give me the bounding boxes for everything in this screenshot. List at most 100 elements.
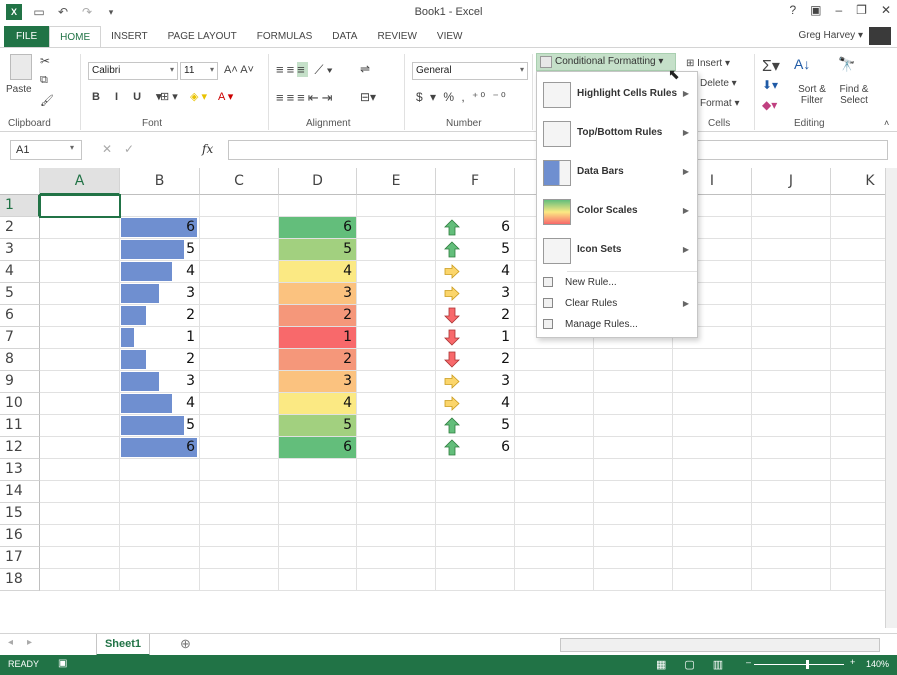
font-color-icon[interactable]: A ▾ [218, 90, 233, 103]
row-header[interactable]: 7 [0, 327, 40, 349]
menu-item-icon-sets[interactable]: Icon Sets ▶ [537, 232, 697, 270]
collapse-ribbon-icon[interactable]: ˄ [884, 118, 889, 128]
cell[interactable] [200, 569, 279, 591]
clear-icon[interactable]: ◆▾ [762, 98, 777, 112]
cell[interactable] [436, 569, 515, 591]
cell[interactable] [673, 459, 752, 481]
view-buttons[interactable]: ▦▢▥ [656, 658, 741, 671]
cell[interactable]: 6 [436, 217, 515, 239]
cell[interactable]: 1 [120, 327, 200, 349]
cell[interactable] [40, 283, 120, 305]
cell[interactable] [357, 327, 436, 349]
cell[interactable]: 5 [436, 415, 515, 437]
cell[interactable] [752, 239, 831, 261]
cell[interactable] [279, 569, 357, 591]
cell[interactable]: 5 [279, 239, 357, 261]
find-select-icon[interactable]: 🔭 [838, 56, 855, 73]
column-header-b[interactable]: B [120, 168, 200, 195]
cell[interactable]: 4 [279, 393, 357, 415]
cell[interactable] [594, 525, 673, 547]
cell[interactable] [120, 525, 200, 547]
cell[interactable] [357, 437, 436, 459]
cell[interactable] [357, 415, 436, 437]
cell[interactable] [673, 393, 752, 415]
menu-item-clear-rules[interactable]: Clear Rules ▶ [537, 293, 697, 315]
row-header[interactable]: 2 [0, 217, 40, 239]
cell[interactable] [200, 459, 279, 481]
cell[interactable]: 5 [120, 239, 200, 261]
cell[interactable] [673, 481, 752, 503]
cell[interactable] [357, 525, 436, 547]
cell[interactable] [594, 547, 673, 569]
cell[interactable] [594, 459, 673, 481]
cell[interactable] [40, 481, 120, 503]
cell[interactable] [40, 569, 120, 591]
cell[interactable] [436, 481, 515, 503]
cell[interactable] [279, 525, 357, 547]
tab-view[interactable]: VIEW [427, 26, 473, 48]
cell[interactable] [120, 569, 200, 591]
row-header[interactable]: 17 [0, 547, 40, 569]
cell[interactable] [200, 481, 279, 503]
cell[interactable]: 2 [436, 305, 515, 327]
column-header-k[interactable]: K [831, 168, 885, 195]
tab-page-layout[interactable]: PAGE LAYOUT [158, 26, 247, 48]
select-all-corner[interactable] [0, 168, 40, 195]
cell[interactable] [831, 217, 885, 239]
font-name-combo[interactable]: Calibri [88, 62, 178, 80]
cell[interactable] [200, 437, 279, 459]
cell[interactable] [752, 393, 831, 415]
cell[interactable] [40, 503, 120, 525]
cell[interactable] [673, 349, 752, 371]
cell[interactable] [357, 195, 436, 217]
bold-italic-underline-buttons[interactable]: B I U ▾ [92, 90, 168, 103]
cell[interactable] [752, 217, 831, 239]
cell[interactable] [594, 371, 673, 393]
cell[interactable]: 2 [436, 349, 515, 371]
zoom-level[interactable]: 140% [866, 659, 889, 669]
row-header[interactable]: 18 [0, 569, 40, 591]
cell[interactable] [357, 261, 436, 283]
cell[interactable] [436, 195, 515, 217]
sheet-nav-arrows[interactable]: ◂▸ [8, 637, 46, 648]
zoom-out-icon[interactable]: – [746, 657, 751, 667]
vertical-align-icons[interactable]: ≡≡≡ ⟋▾ [276, 62, 336, 78]
cell[interactable]: 5 [436, 239, 515, 261]
number-format-combo[interactable]: General [412, 62, 528, 80]
cell[interactable]: 2 [279, 349, 357, 371]
column-header-e[interactable]: E [357, 168, 436, 195]
cell[interactable] [515, 393, 594, 415]
cell[interactable] [515, 569, 594, 591]
cell[interactable] [120, 459, 200, 481]
find-select-button[interactable]: Find & Select [834, 84, 874, 106]
cell[interactable]: 5 [120, 415, 200, 437]
cell[interactable] [515, 503, 594, 525]
cell[interactable] [357, 217, 436, 239]
cell[interactable] [40, 393, 120, 415]
cell[interactable] [40, 261, 120, 283]
cell[interactable] [279, 547, 357, 569]
cell[interactable] [594, 437, 673, 459]
grow-font-icon[interactable]: A˄ A˅ [224, 64, 254, 76]
cell[interactable] [831, 415, 885, 437]
cell[interactable] [831, 371, 885, 393]
cell[interactable] [357, 239, 436, 261]
cell[interactable] [200, 283, 279, 305]
worksheet-grid[interactable]: ABCDEFGHIJK12666355544445333622271118222… [0, 168, 885, 628]
font-size-combo[interactable]: 11 [180, 62, 218, 80]
row-header[interactable]: 12 [0, 437, 40, 459]
cell[interactable] [673, 437, 752, 459]
cell[interactable]: 1 [436, 327, 515, 349]
cell[interactable] [673, 503, 752, 525]
cell[interactable] [673, 415, 752, 437]
cell[interactable] [40, 459, 120, 481]
cell[interactable] [831, 349, 885, 371]
cell[interactable] [752, 415, 831, 437]
cell[interactable] [357, 305, 436, 327]
menu-item-top-bottom-rules[interactable]: Top/Bottom Rules ▶ [537, 115, 697, 153]
cell[interactable]: 3 [436, 371, 515, 393]
cell[interactable] [515, 525, 594, 547]
borders-icon[interactable]: ⊞ ▾ [160, 90, 178, 103]
row-header[interactable]: 11 [0, 415, 40, 437]
menu-item-data-bars[interactable]: Data Bars ▶ [537, 154, 697, 192]
